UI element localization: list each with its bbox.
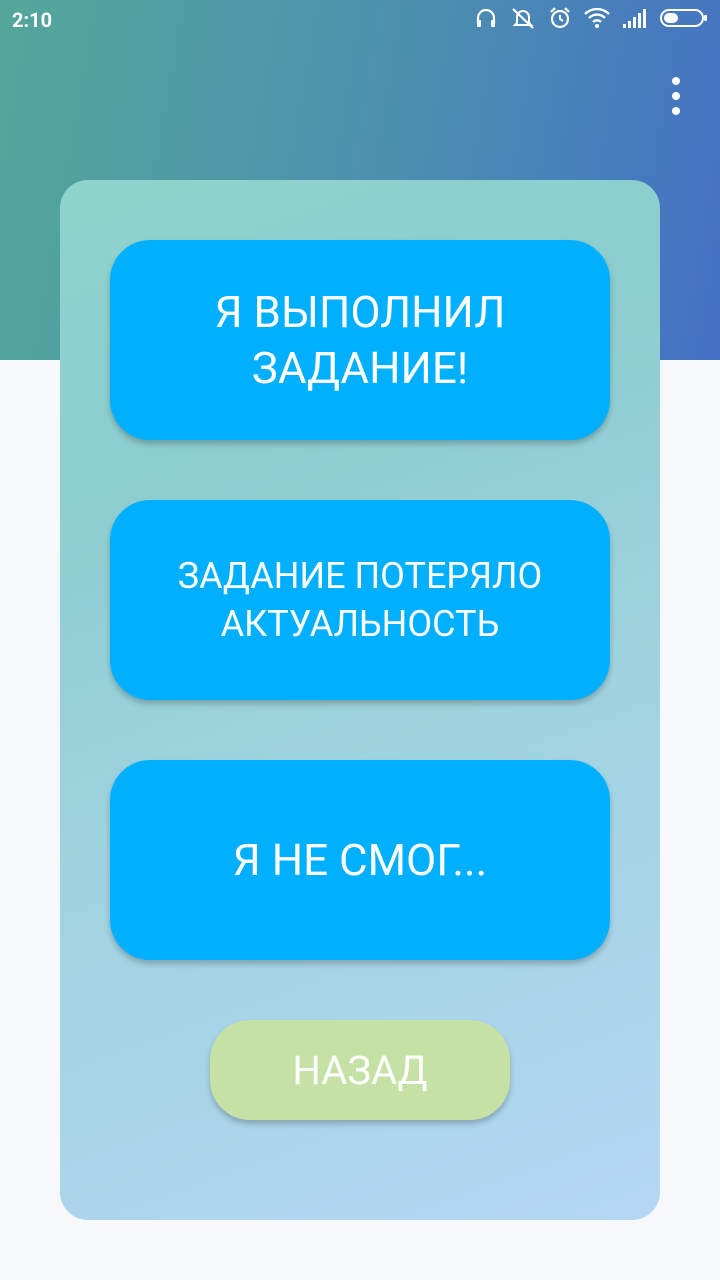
back-button[interactable]: НАЗАД bbox=[210, 1020, 510, 1120]
status-time: 2:10 bbox=[12, 8, 53, 32]
task-failed-button[interactable]: Я НЕ СМОГ... bbox=[110, 760, 610, 960]
mute-icon bbox=[512, 8, 534, 29]
task-options-card: Я ВЫПОЛНИЛ ЗАДАНИЕ! ЗАДАНИЕ ПОТЕРЯЛО АКТ… bbox=[60, 180, 660, 1220]
menu-dot bbox=[672, 107, 680, 115]
task-irrelevant-button[interactable]: ЗАДАНИЕ ПОТЕРЯЛО АКТУАЛЬНОСТЬ bbox=[110, 500, 610, 700]
task-completed-button[interactable]: Я ВЫПОЛНИЛ ЗАДАНИЕ! bbox=[110, 240, 610, 440]
alarm-icon bbox=[550, 7, 570, 29]
wifi-icon bbox=[584, 7, 610, 28]
more-vert-icon[interactable] bbox=[656, 74, 696, 118]
battery-icon bbox=[660, 9, 707, 27]
status-icons bbox=[474, 6, 708, 30]
headphones-icon bbox=[476, 8, 496, 27]
menu-dot bbox=[672, 92, 680, 100]
status-bar: 2:10 bbox=[0, 0, 720, 40]
signal-icon bbox=[623, 9, 646, 28]
menu-dot bbox=[672, 77, 680, 85]
